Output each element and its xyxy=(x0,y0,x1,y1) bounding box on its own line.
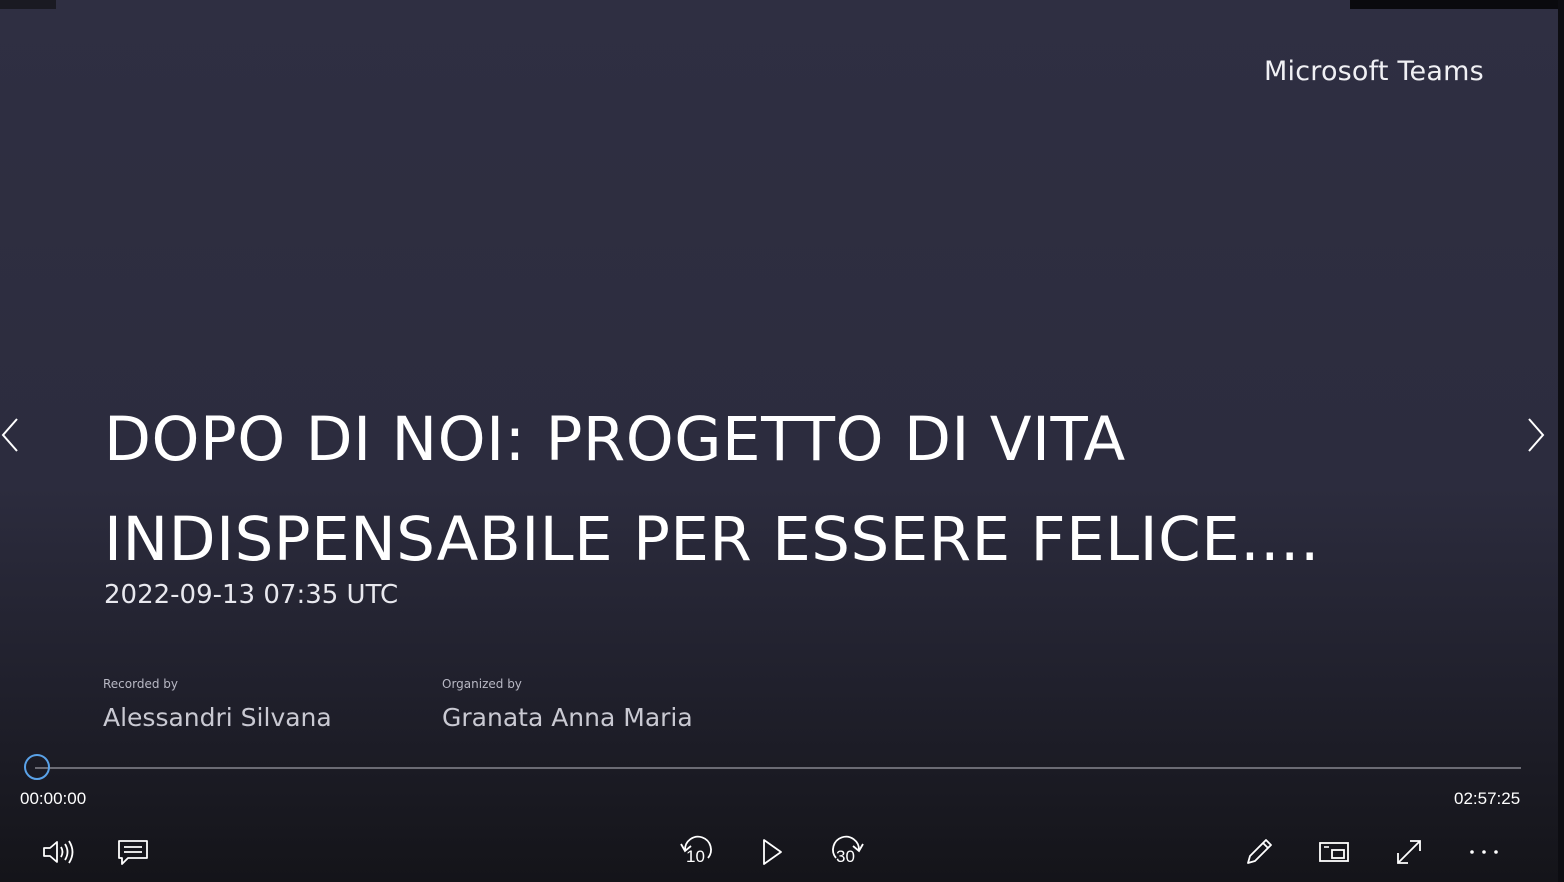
speaker-icon xyxy=(43,840,74,864)
skip-back-seconds: 10 xyxy=(686,847,705,866)
total-duration: 02:57:25 xyxy=(1454,789,1521,808)
expand-icon xyxy=(1397,840,1421,864)
seek-bar-track[interactable] xyxy=(35,767,1521,769)
more-options-button[interactable] xyxy=(1462,830,1506,874)
volume-button[interactable] xyxy=(36,830,80,874)
organized-by-block: Organized by Granata Anna Maria xyxy=(442,677,693,732)
organized-by-name: Granata Anna Maria xyxy=(442,703,693,732)
skip-forward-button[interactable]: 30 xyxy=(824,830,870,874)
next-slide-button[interactable] xyxy=(1516,412,1556,458)
recorded-by-block: Recorded by Alessandri Silvana xyxy=(103,677,332,732)
microsoft-teams-brand: Microsoft Teams xyxy=(1264,56,1484,87)
play-button[interactable] xyxy=(750,830,794,874)
picture-in-picture-button[interactable] xyxy=(1312,830,1356,874)
pencil-icon xyxy=(1247,839,1272,864)
recorded-by-name: Alessandri Silvana xyxy=(103,703,332,732)
previous-slide-button[interactable] xyxy=(0,412,30,458)
more-icon xyxy=(1470,850,1498,854)
current-time: 00:00:00 xyxy=(20,789,87,808)
play-icon xyxy=(763,839,782,865)
right-edge-bar xyxy=(1558,0,1564,882)
skip-back-button[interactable]: 10 xyxy=(674,830,720,874)
annotate-button[interactable] xyxy=(1237,830,1281,874)
top-edge-bar-right xyxy=(1350,0,1560,9)
seek-bar-thumb[interactable] xyxy=(24,754,50,780)
video-player: Microsoft Teams DOPO DI NOI: PROGETTO DI… xyxy=(0,0,1564,882)
organized-by-label: Organized by xyxy=(442,677,522,691)
slide-title-line-1: DOPO DI NOI: PROGETTO DI VITA xyxy=(104,404,1126,475)
captions-button[interactable] xyxy=(111,830,155,874)
slide-title: DOPO DI NOI: PROGETTO DI VITA INDISPENSA… xyxy=(104,390,1424,590)
recorded-by-label: Recorded by xyxy=(103,677,178,691)
fullscreen-button[interactable] xyxy=(1387,830,1431,874)
top-edge-bar-left xyxy=(0,0,56,9)
slide-title-line-2: INDISPENSABILE PER ESSERE FELICE.... xyxy=(104,504,1320,575)
recording-date: 2022-09-13 07:35 UTC xyxy=(104,580,399,610)
skip-forward-seconds: 30 xyxy=(836,847,855,866)
chevron-left-icon xyxy=(1,418,18,452)
chevron-right-icon xyxy=(1528,418,1545,452)
picture-in-picture-icon xyxy=(1319,842,1349,862)
captions-icon xyxy=(118,840,148,865)
